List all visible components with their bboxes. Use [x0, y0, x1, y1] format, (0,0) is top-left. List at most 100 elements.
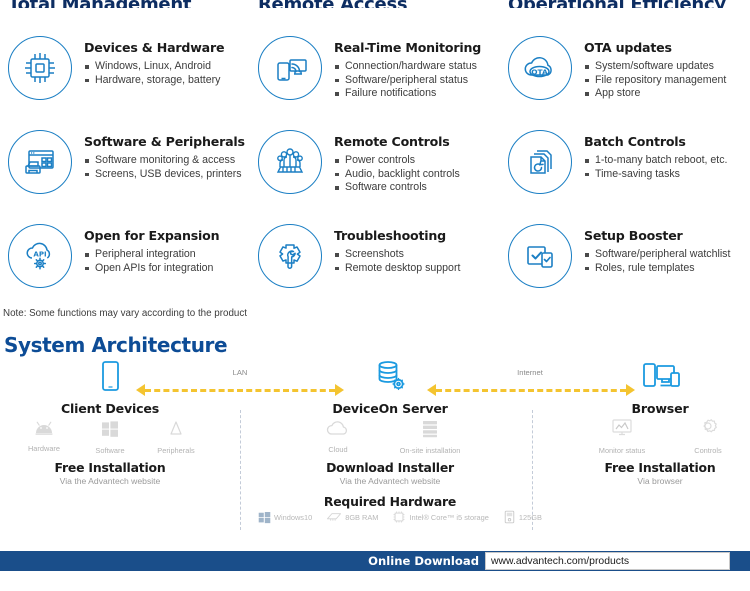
node-browser: Browser [602, 360, 718, 416]
server-block-subtext: Via the Advantech website [339, 476, 441, 486]
feature-bullet: Software/peripheral watchlist [584, 248, 730, 262]
feature-bullet: System/software updates [584, 60, 726, 74]
subicon-label: Cloud [328, 445, 348, 454]
feature-bullet: Screenshots [334, 248, 460, 262]
feature-bullets: System/software updates File repository … [584, 60, 726, 101]
required-hardware-list: Windows10 8GB RAM Intel® Core™ i5 storag… [258, 510, 556, 524]
chip-icon [8, 36, 72, 100]
feature-text: Setup Booster Software/peripheral watchl… [584, 222, 730, 275]
architecture-diagram: LAN Internet Client Devices Hardware Sof… [0, 360, 750, 535]
feature-card-troubleshooting: Troubleshooting Screenshots Remote deskt… [250, 216, 500, 310]
server-subicons: Cloud On-site installation [290, 420, 490, 455]
browser-block-heading: Free Installation [604, 460, 716, 475]
footer-bar: Online Download www.advantech.com/produc… [0, 551, 750, 571]
feature-text: Batch Controls 1-to-many batch reboot, e… [584, 128, 728, 181]
feature-bullet: Roles, rule templates [584, 262, 730, 276]
feature-bullet: Screens, USB devices, printers [84, 168, 245, 182]
client-block-heading: Free Installation [54, 460, 166, 475]
footer-url-box[interactable]: www.advantech.com/products [485, 552, 730, 570]
hardware-item-label: Windows10 [274, 512, 313, 522]
subicon-onsite-installation: On-site installation [378, 420, 482, 455]
realtime-monitor-icon [258, 36, 322, 100]
feature-bullet: Remote desktop support [334, 262, 460, 276]
subicon-cloud: Cloud [298, 420, 378, 455]
feature-bullet: Time-saving tasks [584, 168, 728, 182]
feature-bullets: Connection/hardware status Software/peri… [334, 60, 481, 101]
product-note: Note: Some functions may vary according … [3, 308, 247, 319]
browser-subicons: Monitor status Controls [565, 418, 750, 455]
feature-title: Real-Time Monitoring [334, 40, 482, 55]
feature-bullet: Windows, Linux, Android [84, 60, 224, 74]
feature-text: OTA updates System/software updates File… [584, 34, 726, 101]
software-peripherals-icon [8, 130, 72, 194]
feature-bullets: Peripheral integration Open APIs for int… [84, 248, 219, 275]
arrow-line [145, 388, 335, 392]
feature-bullet: File repository management [584, 74, 726, 88]
client-block-subtext: Via the Advantech website [59, 476, 161, 486]
feature-title: Batch Controls [584, 134, 686, 149]
server-block-heading: Download Installer [326, 460, 454, 475]
feature-text: Open for Expansion Peripheral integratio… [84, 222, 220, 275]
subicon-hardware: Hardware [11, 420, 77, 455]
node-label: DeviceOn Server [332, 401, 448, 416]
divider-client-server [240, 410, 241, 530]
feature-bullets: Software/peripheral watchlist Roles, rul… [584, 248, 730, 275]
feature-card-open-for-expansion: API Open for Expansion Peripheral integr… [0, 216, 250, 310]
server-hardware-heading: Required Hardware [323, 494, 457, 509]
feature-card-software-peripherals: Software & Peripherals Software monitori… [0, 122, 250, 216]
feature-bullet: Software monitoring & access [84, 154, 245, 168]
feature-bullet: Failure notifications [334, 87, 481, 101]
setup-booster-icon [508, 224, 572, 288]
svg-text:API: API [33, 251, 46, 259]
feature-bullet: 1-to-many batch reboot, etc. [584, 154, 728, 168]
feature-card-setup-booster: Setup Booster Software/peripheral watchl… [500, 216, 750, 310]
hardware-item-storage: 125GB [503, 510, 542, 524]
feature-title: OTA updates [584, 40, 672, 55]
feature-title: Software & Peripherals [84, 134, 245, 149]
hardware-item-label: 125GB [518, 512, 542, 522]
feature-bullets: Power controls Audio, backlight controls… [334, 154, 460, 195]
feature-title: Remote Controls [334, 134, 450, 149]
feature-bullets: Screenshots Remote desktop support [334, 248, 460, 275]
hardware-item-windows10: Windows10 [258, 511, 312, 524]
column-heading-remote-access: Remote Access [250, 0, 500, 8]
feature-title: Setup Booster [584, 228, 683, 243]
subicon-label: On-site installation [399, 446, 461, 455]
node-deviceon-server: DeviceOn Server [330, 360, 450, 416]
subicon-label: Monitor status [598, 446, 646, 455]
ota-cloud-icon: OTA [508, 36, 572, 100]
feature-bullet: Peripheral integration [84, 248, 219, 262]
column-heading-total-management: Total Management [0, 0, 250, 8]
database-gear-icon [330, 360, 450, 399]
footer-url-text: www.advantech.com/products [491, 556, 630, 567]
column-heading-operational-efficiency: Operational Efficiency [500, 0, 750, 8]
feature-bullets: Software monitoring & access Screens, US… [84, 154, 245, 181]
feature-title: Devices & Hardware [84, 40, 225, 55]
feature-card-remote-controls: Remote Controls Power controls Audio, ba… [250, 122, 500, 216]
subicon-peripherals: Peripherals [143, 420, 209, 455]
datasheet-page: Total Management Remote Access Operation… [0, 0, 750, 591]
section-title-system-architecture: System Architecture [4, 333, 228, 357]
feature-bullet: Hardware, storage, battery [84, 74, 224, 88]
node-label: Client Devices [60, 401, 159, 416]
subicon-label: Hardware [27, 444, 61, 453]
subicon-label: Peripherals [157, 446, 195, 455]
subicon-monitor-status: Monitor status [574, 418, 670, 455]
feature-bullet: Software controls [334, 181, 460, 195]
feature-title: Open for Expansion [84, 228, 220, 243]
feature-bullet: Audio, backlight controls [334, 168, 460, 182]
footer-title: Online Download [368, 554, 479, 568]
feature-card-batch-controls: Batch Controls 1-to-many batch reboot, e… [500, 122, 750, 216]
hardware-item-label: Intel® Core™ i5 storage [409, 512, 489, 522]
feature-bullet: App store [584, 87, 726, 101]
subicon-label: Controls [694, 446, 722, 455]
feature-bullets: Windows, Linux, Android Hardware, storag… [84, 60, 224, 87]
feature-text: Devices & Hardware Windows, Linux, Andro… [84, 34, 225, 87]
feature-card-real-time-monitoring: Real-Time Monitoring Connection/hardware… [250, 28, 500, 122]
hardware-item-label: 8GB RAM [345, 512, 379, 522]
feature-text: Remote Controls Power controls Audio, ba… [334, 128, 460, 195]
subicon-controls: Controls [670, 418, 746, 455]
feature-card-devices-hardware: Devices & Hardware Windows, Linux, Andro… [0, 28, 250, 122]
feature-card-ota-updates: OTA OTA updates System/software updates … [500, 28, 750, 122]
batch-controls-icon [508, 130, 572, 194]
